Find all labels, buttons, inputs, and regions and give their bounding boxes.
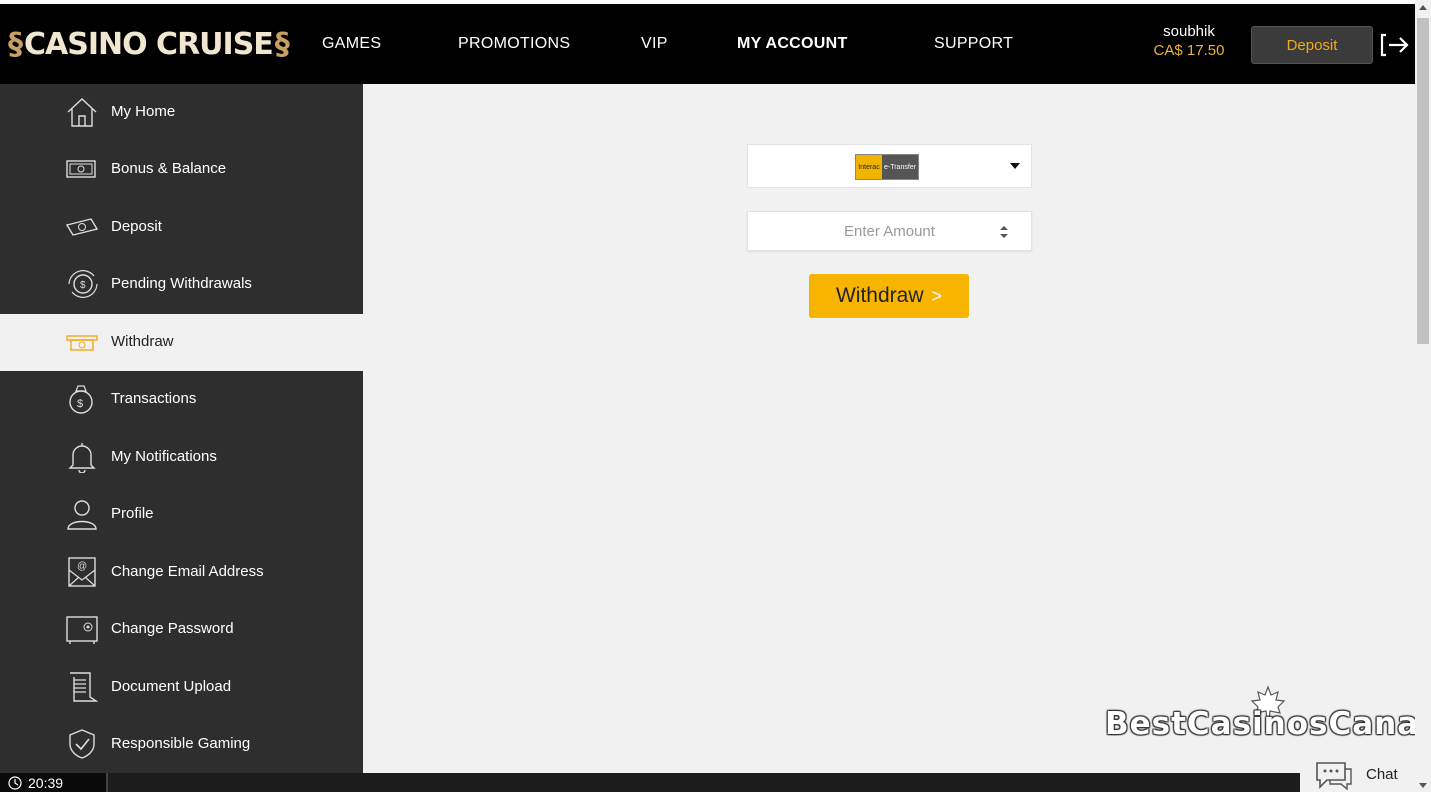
- cash-icon: [66, 218, 98, 236]
- interac-etransfer-logo: Interac e-Transfer: [855, 154, 919, 180]
- account-sidebar: My Home Bonus & Balance Deposit $ Pendin…: [0, 84, 363, 773]
- user-info: soubhik CA$ 17.50: [1146, 23, 1232, 59]
- chat-bubble-icon: [1316, 762, 1352, 790]
- chevron-down-icon[interactable]: [1010, 163, 1020, 169]
- svg-text:$: $: [80, 280, 86, 291]
- sidebar-item-label: Change Email Address: [111, 563, 264, 580]
- shield-check-icon: [69, 729, 95, 759]
- money-bag-icon: $: [69, 385, 93, 414]
- site-header: § CASINO CRUISE § GAMES PROMOTIONS VIP M…: [0, 4, 1415, 84]
- taskbar: 20:39: [0, 773, 1300, 792]
- sidebar-item-label: Responsible Gaming: [111, 735, 251, 752]
- scroll-down-arrow-icon[interactable]: [1419, 783, 1427, 788]
- nav-vip[interactable]: VIP: [641, 35, 668, 53]
- scrollbar-thumb[interactable]: [1417, 18, 1429, 344]
- taskbar-clock: 20:39: [0, 773, 108, 792]
- sidebar-item-my-home[interactable]: My Home: [0, 84, 363, 141]
- chat-widget[interactable]: Chat: [1300, 758, 1415, 792]
- watermark-text: BestCasinosCanada: [1105, 706, 1431, 742]
- casino-cruise-logo[interactable]: § CASINO CRUISE §: [6, 24, 291, 64]
- wallet-icon: [66, 160, 96, 178]
- amount-placeholder: Enter Amount: [844, 223, 935, 240]
- sidebar-item-change-email[interactable]: @ Change Email Address: [0, 544, 363, 601]
- sidebar-item-label: Document Upload: [111, 678, 232, 695]
- sidebar-item-label: My Notifications: [111, 448, 217, 465]
- clock-time: 20:39: [28, 774, 64, 791]
- clock-icon: [8, 775, 22, 790]
- sidebar-item-label: Deposit: [111, 218, 162, 235]
- user-icon: [67, 500, 97, 530]
- sidebar-item-transactions[interactable]: $ Transactions: [0, 371, 363, 428]
- sidebar-item-label: Withdraw: [111, 333, 174, 350]
- sidebar-item-label: Transactions: [111, 390, 197, 407]
- sidebar-item-my-notifications[interactable]: My Notifications: [0, 429, 363, 486]
- withdraw-button-label: Withdraw: [835, 284, 924, 307]
- account-balance: CA$ 17.50: [1153, 42, 1225, 59]
- withdraw-icon: [66, 335, 98, 351]
- sidebar-item-withdraw[interactable]: Withdraw: [0, 314, 363, 371]
- envelope-icon: @: [68, 557, 96, 587]
- nav-my-account[interactable]: MY ACCOUNT: [737, 35, 848, 53]
- header-deposit-button[interactable]: Deposit: [1251, 26, 1373, 64]
- pending-coin-icon: $: [68, 270, 98, 298]
- logo-text: CASINO CRUISE: [24, 26, 274, 62]
- sidebar-item-profile[interactable]: Profile: [0, 486, 363, 543]
- sidebar-item-document-upload[interactable]: Document Upload: [0, 659, 363, 716]
- amount-input[interactable]: Enter Amount: [747, 211, 1032, 251]
- logo-seahorse-left-icon: §: [8, 26, 23, 62]
- home-icon: [67, 98, 97, 127]
- logout-icon[interactable]: [1380, 32, 1410, 58]
- sidebar-item-responsible-gaming[interactable]: Responsible Gaming: [0, 716, 363, 773]
- sidebar-item-bonus-balance[interactable]: Bonus & Balance: [0, 141, 363, 198]
- sidebar-item-label: Profile: [111, 505, 154, 522]
- sidebar-item-label: Pending Withdrawals: [111, 275, 252, 292]
- logo-seahorse-right-icon: §: [274, 26, 290, 62]
- sidebar-item-deposit[interactable]: Deposit: [0, 199, 363, 256]
- nav-promotions[interactable]: PROMOTIONS: [458, 35, 570, 53]
- nav-support[interactable]: SUPPORT: [934, 35, 1013, 53]
- svg-text:@: @: [77, 561, 87, 572]
- page-scrollbar[interactable]: [1415, 0, 1431, 792]
- payment-method-select[interactable]: Interac e-Transfer: [747, 144, 1032, 188]
- nav-games[interactable]: GAMES: [322, 35, 381, 53]
- bell-icon: [68, 443, 96, 473]
- scroll-up-arrow-icon[interactable]: [1419, 5, 1427, 10]
- document-icon: [70, 672, 98, 702]
- sidebar-item-label: My Home: [111, 103, 176, 120]
- username: soubhik: [1163, 23, 1215, 40]
- svg-text:$: $: [77, 398, 83, 410]
- sidebar-item-label: Change Password: [111, 620, 234, 637]
- safe-icon: [66, 616, 98, 644]
- withdraw-button[interactable]: Withdraw >: [809, 274, 969, 318]
- etransfer-logo-text: e-Transfer: [882, 155, 918, 179]
- interac-logo-text: Interac: [856, 155, 882, 179]
- sidebar-item-label: Bonus & Balance: [111, 160, 227, 177]
- chevron-right-icon: >: [931, 285, 943, 306]
- chat-label: Chat: [1366, 766, 1398, 783]
- number-stepper-icon[interactable]: [1000, 225, 1008, 239]
- sidebar-item-pending-withdrawals[interactable]: $ Pending Withdrawals: [0, 256, 363, 313]
- sidebar-item-change-password[interactable]: Change Password: [0, 601, 363, 658]
